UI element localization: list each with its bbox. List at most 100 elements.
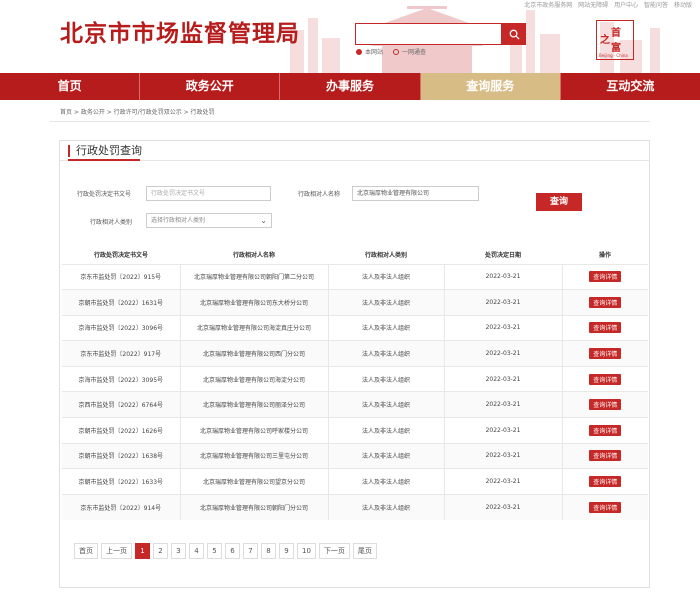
- doc-no-label: 行政处罚决定书文号: [77, 191, 132, 198]
- cell-party-type: 法人及非法人组织: [327, 314, 444, 341]
- top-links: 北京市政务服务网 网站无障碍 用户中心 智能问答 移动版: [520, 0, 692, 9]
- top-link-mobile[interactable]: 移动版: [674, 2, 692, 9]
- party-name-input[interactable]: 北京瑞厚物业管理有限公司: [352, 186, 479, 201]
- cell-actions: 查询详情: [561, 442, 648, 469]
- nav-item-gov-affairs[interactable]: 政务公开: [140, 73, 279, 100]
- page-4[interactable]: 4: [189, 543, 204, 559]
- party-type-select[interactable]: 选择行政相对人类别 ⌄: [146, 213, 272, 228]
- cell-decision-date: 2022-03-21: [443, 340, 562, 367]
- cell-doc-no: 京海市监处罚〔2022〕3096号: [62, 314, 180, 341]
- cell-decision-date: 2022-03-21: [443, 417, 562, 444]
- cell-party-type: 法人及非法人组织: [327, 263, 444, 290]
- page-7[interactable]: 7: [243, 543, 258, 559]
- cell-party-name: 北京瑞厚物业管理有限公司呼家楼分公司: [179, 417, 328, 444]
- top-link-smart-qa[interactable]: 智能问答: [644, 2, 668, 9]
- cell-actions: 查询详情: [561, 493, 648, 520]
- radio-selected-icon: [356, 48, 362, 55]
- col-party-type: 行政相对人类别: [364, 252, 407, 260]
- radio-one-network[interactable]: 一网通查: [393, 47, 426, 56]
- view-details-button[interactable]: 查询详情: [589, 296, 622, 308]
- cell-party-name: 北京瑞厚物业管理有限公司丽泽分公司: [179, 391, 328, 418]
- chevron-down-icon: ⌄: [260, 216, 267, 225]
- cell-party-type: 法人及非法人组织: [327, 365, 444, 392]
- cell-doc-no: 京海市监处罚〔2022〕3095号: [62, 365, 180, 392]
- search-input[interactable]: [355, 23, 502, 45]
- page-prev[interactable]: 上一页: [101, 543, 132, 559]
- breadcrumb[interactable]: 首页 > 政务公开 > 行政许可/行政处罚双公示 > 行政处罚: [60, 107, 215, 116]
- cell-party-type: 法人及非法人组织: [327, 417, 444, 444]
- site-header: 北京市市场监督管理局 北京市政务服务网 网站无障碍 用户中心 智能问答 移动版 …: [0, 0, 700, 73]
- view-details-button[interactable]: 查询详情: [589, 322, 622, 334]
- cell-actions: 查询详情: [561, 314, 648, 341]
- cell-party-type: 法人及非法人组织: [327, 391, 444, 418]
- radio-this-site[interactable]: 本网站: [356, 47, 383, 56]
- cell-party-type: 法人及非法人组织: [327, 442, 444, 469]
- cell-party-name: 北京瑞厚物业管理有限公司海淀分公司: [179, 365, 328, 392]
- cell-actions: 查询详情: [561, 417, 648, 444]
- cell-decision-date: 2022-03-21: [443, 263, 562, 290]
- view-details-button[interactable]: 查询详情: [589, 271, 622, 283]
- radio-unselected-icon: [393, 48, 400, 55]
- nav-item-query-services[interactable]: 查询服务: [420, 73, 560, 100]
- nav-item-interaction[interactable]: 互动交流: [561, 73, 700, 100]
- table-row: 京东市监处罚〔2022〕914号 北京瑞厚物业管理有限公司朝阳门分公司 法人及非法人…: [62, 493, 648, 520]
- doc-no-input[interactable]: 行政处罚决定书文号: [146, 186, 271, 201]
- page-first[interactable]: 首页: [74, 543, 98, 559]
- cell-doc-no: 京东市监处罚〔2022〕915号: [62, 263, 180, 290]
- table-row: 京朝市监处罚〔2022〕1633号 北京瑞厚物业管理有限公司望京分公司 法人及非法人…: [62, 468, 648, 495]
- page-10[interactable]: 10: [297, 543, 316, 559]
- site-title[interactable]: 北京市市场监督管理局: [60, 14, 300, 48]
- cell-decision-date: 2022-03-21: [443, 365, 562, 392]
- table-row: 京东市监处罚〔2022〕915号 北京瑞厚物业管理有限公司朝阳门第二分公司 法人及非…: [62, 263, 648, 290]
- view-details-button[interactable]: 查询详情: [589, 501, 622, 513]
- nav-item-home[interactable]: 首页: [0, 73, 139, 100]
- cell-party-name: 北京瑞厚物业管理有限公司海淀真庄分公司: [179, 314, 328, 341]
- page-5[interactable]: 5: [207, 543, 222, 559]
- col-doc-no: 行政处罚决定书文号: [93, 252, 148, 260]
- cell-party-type: 法人及非法人组织: [327, 468, 444, 495]
- table-row: 京西市监处罚〔2022〕6764号 北京瑞厚物业管理有限公司丽泽分公司 法人及非法人…: [62, 391, 648, 418]
- top-link-user-center[interactable]: 用户中心: [614, 2, 638, 9]
- page-2[interactable]: 2: [153, 543, 168, 559]
- view-details-button[interactable]: 查询详情: [589, 348, 622, 360]
- view-details-button[interactable]: 查询详情: [589, 450, 622, 462]
- divider: [60, 160, 650, 161]
- divider: [50, 121, 650, 122]
- cell-doc-no: 京朝市监处罚〔2022〕1631号: [62, 289, 180, 316]
- pagination: 首页 上一页 1 2 3 4 5 6 7 8 9 10 下一页 尾页: [74, 543, 377, 559]
- cell-decision-date: 2022-03-21: [443, 391, 562, 418]
- query-button[interactable]: 查询: [536, 193, 582, 211]
- page-next[interactable]: 下一页: [318, 543, 350, 559]
- cell-doc-no: 京朝市监处罚〔2022〕1638号: [62, 442, 180, 469]
- cell-doc-no: 京朝市监处罚〔2022〕1626号: [62, 417, 180, 444]
- view-details-button[interactable]: 查询详情: [589, 476, 622, 488]
- page-last[interactable]: 尾页: [352, 543, 377, 559]
- search-icon: [509, 29, 520, 40]
- view-details-button[interactable]: 查询详情: [589, 424, 622, 436]
- top-link-accessibility[interactable]: 网站无障碍: [578, 2, 608, 9]
- cell-actions: 查询详情: [561, 340, 648, 367]
- cell-party-name: 北京瑞厚物业管理有限公司望京分公司: [179, 468, 328, 495]
- page-6[interactable]: 6: [225, 543, 240, 559]
- view-details-button[interactable]: 查询详情: [589, 399, 622, 411]
- top-link-gov-service[interactable]: 北京市政务服务网: [524, 2, 572, 9]
- party-name-label: 行政相对人名称: [298, 191, 341, 198]
- search-scope-radios: 本网站 一网通查: [356, 47, 426, 56]
- table-row: 京朝市监处罚〔2022〕1631号 北京瑞厚物业管理有限公司东大桥分公司 法人及非法…: [62, 289, 648, 316]
- page-3[interactable]: 3: [171, 543, 186, 559]
- page-1[interactable]: 1: [135, 543, 150, 559]
- cell-actions: 查询详情: [561, 365, 648, 392]
- cell-party-name: 北京瑞厚物业管理有限公司西门分公司: [179, 340, 328, 367]
- results-table: 行政处罚决定书文号 行政相对人名称 行政相对人类别 处罚决定日期 操作 京东市监…: [62, 246, 648, 520]
- table-row: 京海市监处罚〔2022〕3095号 北京瑞厚物业管理有限公司海淀分公司 法人及非法人…: [62, 365, 648, 392]
- page-9[interactable]: 9: [279, 543, 294, 559]
- nav-item-services[interactable]: 办事服务: [280, 73, 419, 100]
- page-8[interactable]: 8: [261, 543, 276, 559]
- cell-actions: 查询详情: [561, 263, 648, 290]
- view-details-button[interactable]: 查询详情: [589, 373, 622, 385]
- table-row: 京朝市监处罚〔2022〕1626号 北京瑞厚物业管理有限公司呼家楼分公司 法人及非法…: [62, 417, 648, 444]
- cell-decision-date: 2022-03-21: [443, 468, 562, 495]
- search-button[interactable]: [502, 23, 526, 45]
- beijing-seal-logo: 之 首 富 Beijing · China: [596, 20, 634, 60]
- cell-party-name: 北京瑞厚物业管理有限公司朝阳门分公司: [179, 493, 328, 520]
